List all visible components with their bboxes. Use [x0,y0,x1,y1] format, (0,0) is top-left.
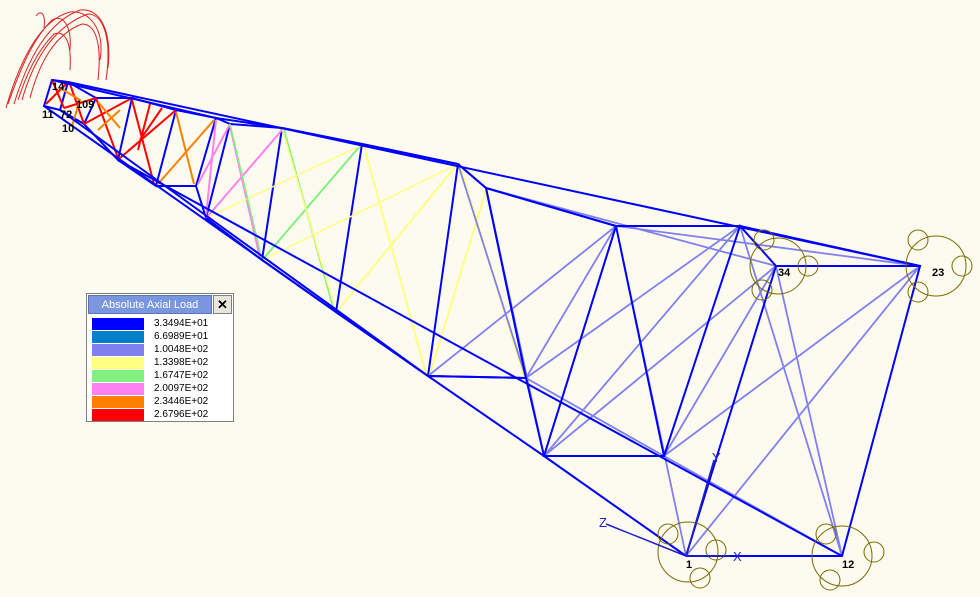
node-label-10: 10 [62,123,74,135]
legend-title[interactable]: Absolute Axial Load [88,295,212,314]
node-label-34: 34 [778,267,791,279]
node-label-109: 109 [76,99,94,111]
close-icon[interactable]: ✕ [213,295,232,314]
legend-swatch [92,382,144,395]
support-symbols [657,229,973,591]
node-label-72: 72 [60,109,72,121]
legend-value: 6.6989E+01 [154,330,209,342]
legend-value: 1.0048E+02 [154,343,209,355]
legend-row: 1.3398E+02 [92,356,208,369]
legend-row: 2.0097E+02 [92,382,208,395]
axial-load-legend[interactable]: Absolute Axial Load ✕ 3.3494E+01 6.6989E… [86,293,234,422]
node-label-11: 11 [42,109,54,121]
legend-value: 2.6796E+02 [154,408,209,420]
legend-swatch [92,395,144,408]
node-label-1: 1 [686,559,692,571]
node-label-23: 23 [932,267,944,279]
legend-swatch [92,408,144,421]
legend-swatch [92,356,144,369]
truss-base-members [427,163,922,557]
legend-row: 1.0048E+02 [92,343,208,356]
legend-value: 2.3446E+02 [154,395,209,407]
legend-row: 2.6796E+02 [92,408,208,421]
z-axis-label: Z [599,515,607,530]
legend-value: 3.3494E+01 [154,317,209,329]
legend-row: 6.6989E+01 [92,330,208,343]
legend-rows: 3.3494E+01 6.6989E+01 1.0048E+02 1.3398E… [92,317,208,421]
legend-row: 3.3494E+01 [92,317,208,330]
legend-row: 1.6747E+02 [92,369,208,382]
legend-value: 2.0097E+02 [154,382,209,394]
legend-row: 2.3446E+02 [92,395,208,408]
legend-swatch [92,330,144,343]
x-axis-label: X [733,549,742,564]
y-axis-label: Y [712,450,721,465]
legend-swatch [92,343,144,356]
legend-swatch [92,317,144,330]
legend-value: 1.6747E+02 [154,369,209,381]
legend-swatch [92,369,144,382]
legend-value: 1.3398E+02 [154,356,209,368]
node-label-12: 12 [842,559,854,571]
node-label-14: 14 [52,81,65,93]
